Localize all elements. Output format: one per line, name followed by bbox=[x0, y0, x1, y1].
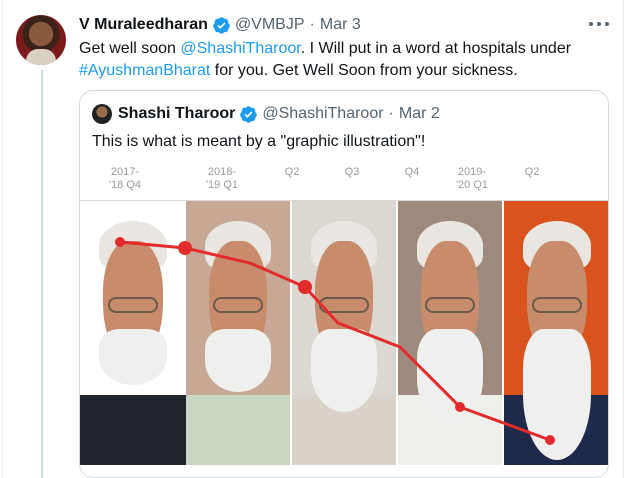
quoted-tweet-date[interactable]: Mar 2 bbox=[399, 105, 440, 123]
quoted-tweet[interactable]: Shashi Tharoor @ShashiTharoor · Mar 2 Th… bbox=[79, 90, 609, 478]
verified-badge-icon bbox=[213, 16, 230, 34]
frame-border-left bbox=[2, 0, 3, 478]
author-avatar[interactable] bbox=[16, 15, 66, 65]
hashtag-link[interactable]: #AyushmanBharat bbox=[79, 62, 210, 79]
beard-growth-graphic[interactable]: Q2 2019- '20 Q1 Q4 Q3 Q2 2018- '19 Q1 2017- '1… bbox=[80, 163, 608, 477]
trend-point bbox=[178, 241, 192, 255]
author-handle[interactable]: @VMBJP bbox=[235, 16, 305, 34]
trend-point bbox=[545, 435, 555, 445]
quoted-author-handle[interactable]: @ShashiTharoor bbox=[262, 105, 383, 123]
more-options-icon[interactable] bbox=[586, 16, 612, 32]
tweet-text: Get well soon @ShashiTharoor. I Will put… bbox=[79, 38, 599, 82]
separator-dot: · bbox=[309, 16, 315, 33]
mention-link[interactable]: @ShashiTharoor bbox=[180, 40, 300, 57]
tweet-text-segment: Get well soon bbox=[79, 40, 181, 57]
tweet-header: V Muraleedharan @VMBJP · Mar 3 bbox=[79, 14, 361, 36]
quoted-author-avatar[interactable] bbox=[92, 104, 112, 124]
tweet-text-segment: for you. Get Well Soon from your sicknes… bbox=[210, 62, 518, 79]
tweet-text-segment: . I Will put in a word at hospitals unde… bbox=[300, 40, 572, 57]
tweet-date[interactable]: Mar 3 bbox=[320, 16, 361, 34]
trend-line-path bbox=[119, 240, 551, 442]
author-name[interactable]: V Muraleedharan bbox=[79, 16, 208, 34]
quoted-tweet-text: This is what is meant by a "graphic illu… bbox=[92, 133, 426, 150]
verified-badge-icon bbox=[240, 105, 258, 123]
trend-line bbox=[115, 237, 555, 445]
trend-point bbox=[298, 280, 312, 294]
thread-connector-line bbox=[41, 70, 43, 478]
quoted-tweet-header: Shashi Tharoor @ShashiTharoor · Mar 2 bbox=[92, 103, 440, 125]
trend-point bbox=[455, 402, 465, 412]
separator-dot: · bbox=[388, 105, 394, 122]
frame-border-right bbox=[623, 0, 624, 478]
trend-point bbox=[115, 237, 125, 247]
quoted-author-name[interactable]: Shashi Tharoor bbox=[118, 105, 235, 123]
